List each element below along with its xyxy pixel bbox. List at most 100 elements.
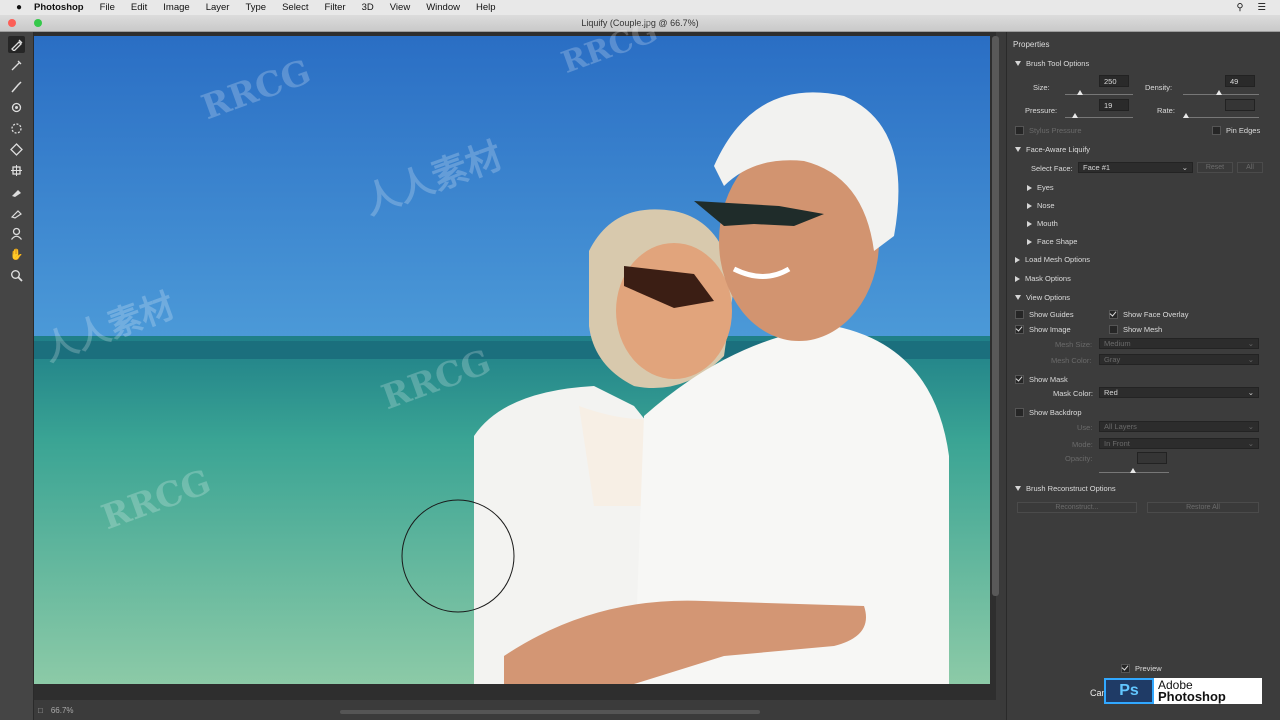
menu-image[interactable]: Image — [155, 2, 197, 13]
panel-title: Properties — [1013, 40, 1050, 49]
menu-layer[interactable]: Layer — [198, 2, 238, 13]
properties-panel: Properties Brush Tool Options Size: 250 … — [1006, 32, 1280, 720]
menu-3d[interactable]: 3D — [354, 2, 382, 13]
load-mesh-options-header[interactable]: Load Mesh Options — [1015, 255, 1090, 264]
horizontal-scrollbar[interactable] — [340, 710, 760, 714]
density-slider-knob[interactable] — [1216, 90, 1222, 95]
reconstruct-tool-icon[interactable] — [8, 57, 25, 74]
pin-edges-checkbox[interactable]: Pin Edges — [1212, 126, 1260, 135]
all-button[interactable]: All — [1237, 162, 1263, 173]
smooth-tool-icon[interactable] — [8, 78, 25, 95]
zoom-window-button[interactable] — [34, 19, 42, 27]
chevron-down-icon: ⌄ — [1247, 422, 1254, 431]
list-icon[interactable]: ☰ — [1257, 2, 1266, 13]
show-face-overlay-checkbox[interactable]: Show Face Overlay — [1109, 310, 1188, 319]
adobe-photoshop-logo: Ps Adobe Photoshop — [1104, 678, 1262, 704]
mesh-color-dropdown[interactable]: Gray ⌄ — [1099, 354, 1259, 365]
zoom-readout[interactable]: 66.7% — [51, 706, 74, 715]
checkbox[interactable] — [1015, 310, 1024, 319]
menu-select[interactable]: Select — [274, 2, 316, 13]
checkbox-checked[interactable] — [1121, 664, 1130, 673]
forward-warp-tool-icon[interactable] — [8, 36, 25, 53]
pressure-input[interactable]: 19 — [1099, 99, 1129, 111]
rate-slider-knob[interactable] — [1183, 113, 1189, 118]
checkbox-checked[interactable] — [1015, 375, 1024, 384]
chevron-down-icon: ⌄ — [1247, 355, 1254, 364]
menu-type[interactable]: Type — [237, 2, 274, 13]
show-mesh-checkbox[interactable]: Show Mesh — [1109, 325, 1162, 334]
pucker-tool-icon[interactable] — [8, 120, 25, 137]
ps-logo-icon: Ps — [1104, 678, 1154, 704]
mesh-size-dropdown[interactable]: Medium ⌄ — [1099, 338, 1259, 349]
window-title: Liquify (Couple.jpg @ 66.7%) — [581, 18, 699, 28]
checkbox[interactable] — [1109, 325, 1118, 334]
show-mask-checkbox[interactable]: Show Mask — [1015, 375, 1068, 384]
collapse-triangle-icon — [1015, 61, 1021, 66]
brush-reconstruct-options-header[interactable]: Brush Reconstruct Options — [1015, 484, 1116, 493]
eyes-section[interactable]: Eyes — [1027, 183, 1054, 192]
mask-options-header[interactable]: Mask Options — [1015, 274, 1071, 283]
checkbox[interactable] — [1212, 126, 1221, 135]
select-face-label: Select Face: — [1031, 164, 1073, 173]
fit-icon[interactable]: □ — [38, 706, 43, 715]
size-slider-knob[interactable] — [1077, 90, 1083, 95]
size-input[interactable]: 250 — [1099, 75, 1129, 87]
density-label: Density: — [1145, 83, 1173, 92]
zoom-tool-icon[interactable] — [8, 267, 25, 284]
reset-button[interactable]: Reset — [1197, 162, 1233, 173]
use-dropdown[interactable]: All Layers ⌄ — [1099, 421, 1259, 432]
apple-icon[interactable]: ● — [12, 2, 26, 13]
menu-bar: ● Photoshop File Edit Image Layer Type S… — [0, 0, 1280, 15]
close-window-button[interactable] — [8, 19, 16, 27]
collapse-triangle-icon — [1015, 486, 1021, 491]
opacity-input[interactable] — [1137, 452, 1167, 464]
brush-tool-options-header[interactable]: Brush Tool Options — [1015, 59, 1089, 68]
search-icon[interactable]: ⚲ — [1237, 2, 1244, 13]
mask-color-dropdown[interactable]: Red ⌄ — [1099, 387, 1259, 398]
opacity-label: Opacity: — [1065, 454, 1093, 463]
thaw-mask-tool-icon[interactable] — [8, 204, 25, 221]
twirl-tool-icon[interactable] — [8, 99, 25, 116]
nose-section[interactable]: Nose — [1027, 201, 1055, 210]
pressure-slider-knob[interactable] — [1072, 113, 1078, 118]
expand-triangle-icon — [1027, 238, 1032, 245]
menu-edit[interactable]: Edit — [123, 2, 155, 13]
show-image-checkbox[interactable]: Show Image — [1015, 325, 1071, 334]
freeze-mask-tool-icon[interactable] — [8, 183, 25, 200]
preview-checkbox[interactable]: Preview — [1121, 664, 1162, 673]
opacity-slider-knob[interactable] — [1130, 468, 1136, 473]
face-shape-section[interactable]: Face Shape — [1027, 237, 1077, 246]
checkbox[interactable] — [1015, 126, 1024, 135]
menu-help[interactable]: Help — [468, 2, 504, 13]
show-guides-checkbox[interactable]: Show Guides — [1015, 310, 1074, 319]
show-backdrop-checkbox[interactable]: Show Backdrop — [1015, 408, 1082, 417]
chevron-down-icon: ⌄ — [1247, 439, 1254, 448]
mode-dropdown[interactable]: In Front ⌄ — [1099, 438, 1259, 449]
select-face-dropdown[interactable]: Face #1 ⌄ — [1078, 162, 1193, 173]
checkbox-checked[interactable] — [1109, 310, 1118, 319]
canvas-image[interactable] — [34, 36, 990, 684]
vertical-scrollbar[interactable] — [992, 36, 999, 596]
push-left-tool-icon[interactable] — [8, 162, 25, 179]
checkbox-checked[interactable] — [1015, 325, 1024, 334]
view-options-header[interactable]: View Options — [1015, 293, 1070, 302]
menu-photoshop[interactable]: Photoshop — [26, 2, 92, 13]
hand-tool-icon[interactable]: ✋ — [8, 246, 25, 263]
reconstruct-button[interactable]: Reconstruct... — [1017, 502, 1137, 513]
mouth-section[interactable]: Mouth — [1027, 219, 1058, 228]
rate-input[interactable] — [1225, 99, 1255, 111]
menu-window[interactable]: Window — [418, 2, 468, 13]
bloat-tool-icon[interactable] — [8, 141, 25, 158]
checkbox[interactable] — [1015, 408, 1024, 417]
menu-view[interactable]: View — [382, 2, 418, 13]
size-slider[interactable] — [1065, 94, 1133, 95]
stylus-pressure-checkbox[interactable]: Stylus Pressure — [1015, 126, 1082, 135]
restore-all-button[interactable]: Restore All — [1147, 502, 1259, 513]
mode-label: Mode: — [1072, 440, 1093, 449]
face-tool-icon[interactable] — [8, 225, 25, 242]
menu-file[interactable]: File — [92, 2, 123, 13]
face-aware-liquify-header[interactable]: Face-Aware Liquify — [1015, 145, 1090, 154]
menu-filter[interactable]: Filter — [316, 2, 353, 13]
density-input[interactable]: 49 — [1225, 75, 1255, 87]
rate-slider[interactable] — [1183, 117, 1259, 118]
